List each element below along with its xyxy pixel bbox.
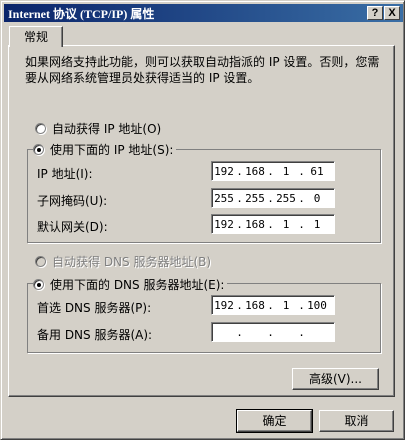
tab-general[interactable]: 常规 (9, 26, 63, 47)
description-text: 如果网络支持此功能，则可以获取自动指派的 IP 设置。否则，您需要从网络系统管理… (25, 55, 380, 85)
default-gateway-label: 默认网关(D): (37, 220, 108, 234)
radio-auto-ip-label: 自动获得 IP 地址(O) (52, 122, 162, 136)
radio-auto-ip-indicator[interactable] (35, 123, 46, 134)
radio-auto-dns-label: 自动获得 DNS 服务器地址(B) (52, 255, 212, 269)
radio-manual-dns-label: 使用下面的 DNS 服务器地址(E): (50, 278, 225, 292)
cancel-button[interactable]: 取消 (319, 410, 394, 432)
radio-auto-dns-indicator[interactable] (35, 256, 46, 267)
radio-manual-ip-indicator[interactable] (33, 144, 44, 155)
radio-auto-ip[interactable]: 自动获得 IP 地址(O) (35, 120, 165, 137)
close-button[interactable]: X (384, 6, 400, 20)
window-title: Internet 协议 (TCP/IP) 属性 (8, 7, 155, 21)
alternate-dns-field[interactable]: . . . (211, 322, 335, 342)
radio-manual-ip[interactable]: 使用下面的 IP 地址(S): (33, 141, 177, 158)
subnet-mask-field[interactable]: 255. 255. 255. 0 (211, 188, 335, 208)
radio-manual-dns-indicator[interactable] (33, 279, 44, 290)
preferred-dns-label: 首选 DNS 服务器(P): (37, 301, 152, 315)
alternate-dns-label: 备用 DNS 服务器(A): (37, 328, 153, 342)
help-button[interactable]: ? (367, 6, 383, 20)
title-bar[interactable]: Internet 协议 (TCP/IP) 属性 ? X (4, 4, 403, 22)
advanced-button[interactable]: 高级(V)... (292, 368, 379, 390)
radio-manual-ip-label: 使用下面的 IP 地址(S): (50, 143, 174, 157)
ip-address-field[interactable]: 192. 168. 1. 61 (211, 161, 335, 181)
preferred-dns-field[interactable]: 192. 168. 1. 100 (211, 295, 335, 315)
tcpip-properties-dialog: Internet 协议 (TCP/IP) 属性 ? X 常规 如果网络支持此功能… (0, 0, 405, 440)
subnet-mask-label: 子网掩码(U): (37, 194, 108, 208)
radio-manual-dns[interactable]: 使用下面的 DNS 服务器地址(E): (33, 276, 228, 293)
radio-auto-dns[interactable]: 自动获得 DNS 服务器地址(B) (35, 253, 215, 270)
default-gateway-field[interactable]: 192. 168. 1. 1 (211, 214, 335, 234)
ip-address-label: IP 地址(I): (37, 167, 93, 181)
ok-button[interactable]: 确定 (236, 409, 313, 433)
